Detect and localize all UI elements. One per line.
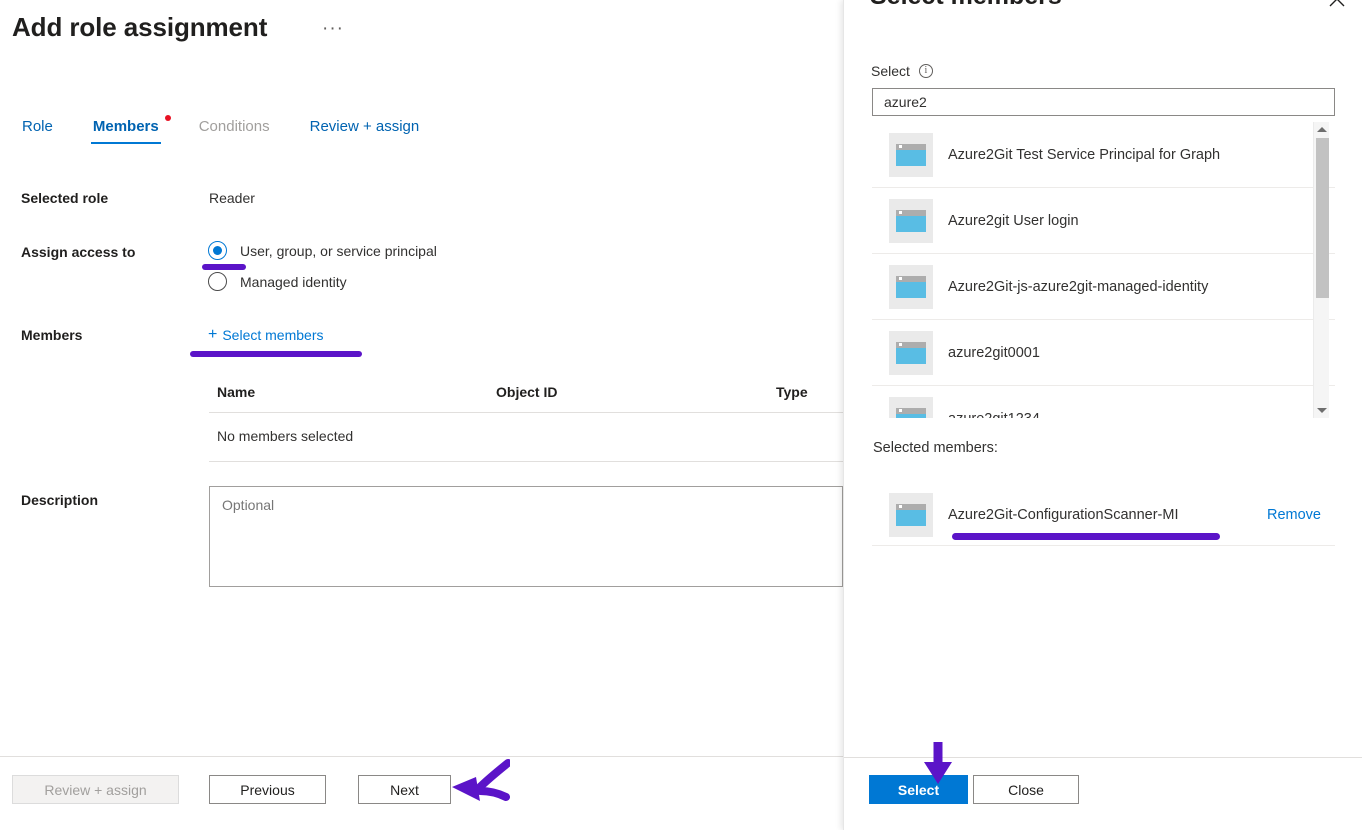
list-item[interactable]: Azure2git User login [872, 188, 1335, 254]
scrollbar-thumb[interactable] [1316, 138, 1329, 298]
annotation-arrow-select-button [918, 740, 958, 786]
radio-managed-identity-label: Managed identity [240, 274, 347, 290]
list-item[interactable]: azure2git1234 [872, 386, 1335, 418]
search-input[interactable]: azure2 [872, 88, 1335, 116]
results-scrollbar[interactable] [1313, 122, 1329, 418]
annotation-arrow-next-button [440, 757, 510, 805]
column-header-name: Name [209, 384, 496, 400]
radio-unselected-icon [208, 272, 227, 291]
list-item[interactable]: Azure2Git Test Service Principal for Gra… [872, 122, 1335, 188]
add-role-assignment-blade: Add role assignment ··· Role Members Con… [0, 0, 843, 830]
assign-access-to-label: Assign access to [21, 244, 135, 260]
app-window-icon [889, 133, 933, 177]
list-item-label: Azure2git User login [948, 213, 1079, 229]
selected-members-label: Selected members: [873, 440, 998, 456]
next-button[interactable]: Next [358, 775, 451, 804]
footer-divider [0, 756, 843, 757]
radio-managed-identity[interactable]: Managed identity [208, 272, 347, 291]
radio-user-group-service-principal[interactable]: User, group, or service principal [208, 241, 437, 260]
selected-member-label: Azure2Git-ConfigurationScanner-MI [948, 507, 1179, 523]
list-item-label: azure2git1234 [948, 411, 1040, 419]
app-window-icon [889, 199, 933, 243]
app-window-icon [889, 331, 933, 375]
review-assign-button[interactable]: Review + assign [12, 775, 179, 804]
members-table-header: Name Object ID Type [209, 384, 843, 413]
scroll-down-icon[interactable] [1314, 403, 1330, 418]
select-members-link[interactable]: + Select members [208, 327, 324, 343]
wizard-tabs: Role Members Conditions Review + assign [20, 118, 457, 150]
members-table: Name Object ID Type No members selected [209, 384, 843, 462]
search-results-list[interactable]: Azure2Git Test Service Principal for Gra… [872, 122, 1335, 418]
close-icon[interactable] [1326, 0, 1348, 10]
app-window-icon [889, 493, 933, 537]
radio-selected-icon [208, 241, 227, 260]
list-item-label: azure2git0001 [948, 345, 1040, 361]
tab-conditions: Conditions [197, 118, 272, 144]
annotation-underline-selected-member [952, 533, 1220, 540]
select-field-label: Select i [871, 63, 933, 79]
selected-role-label: Selected role [21, 190, 108, 206]
members-table-empty-row: No members selected [209, 413, 843, 462]
description-label: Description [21, 492, 98, 508]
list-item-label: Azure2Git-js-azure2git-managed-identity [948, 279, 1208, 295]
remove-link[interactable]: Remove [1267, 507, 1321, 523]
description-placeholder: Optional [222, 497, 274, 513]
panel-title: Select members [870, 0, 1062, 11]
tab-members-label: Members [93, 118, 159, 135]
plus-icon: + [208, 328, 217, 342]
members-label: Members [21, 327, 82, 343]
close-button[interactable]: Close [973, 775, 1079, 804]
selected-role-value: Reader [209, 190, 255, 206]
description-textarea[interactable]: Optional [209, 486, 843, 587]
list-item[interactable]: Azure2Git-js-azure2git-managed-identity [872, 254, 1335, 320]
info-icon[interactable]: i [919, 64, 933, 78]
app-window-icon [889, 265, 933, 309]
tab-role[interactable]: Role [20, 118, 55, 144]
select-field-label-text: Select [871, 63, 910, 79]
select-members-panel: Select members Select i azure2 Azure2Git… [843, 0, 1362, 830]
list-item[interactable]: azure2git0001 [872, 320, 1335, 386]
page-title: Add role assignment [12, 12, 267, 43]
column-header-type: Type [776, 384, 836, 400]
radio-user-group-service-principal-label: User, group, or service principal [240, 243, 437, 259]
more-options-icon[interactable]: ··· [322, 22, 344, 36]
select-members-link-label: Select members [222, 327, 323, 343]
tab-members-badge-dot [165, 115, 171, 121]
scroll-up-icon[interactable] [1314, 122, 1330, 137]
annotation-underline-radio [202, 264, 246, 270]
column-header-object-id: Object ID [496, 384, 776, 400]
previous-button[interactable]: Previous [209, 775, 326, 804]
tab-review-assign[interactable]: Review + assign [308, 118, 422, 144]
annotation-underline-select-members [190, 351, 362, 357]
list-item-label: Azure2Git Test Service Principal for Gra… [948, 147, 1220, 163]
tab-members[interactable]: Members [91, 118, 161, 144]
app-window-icon [889, 397, 933, 419]
